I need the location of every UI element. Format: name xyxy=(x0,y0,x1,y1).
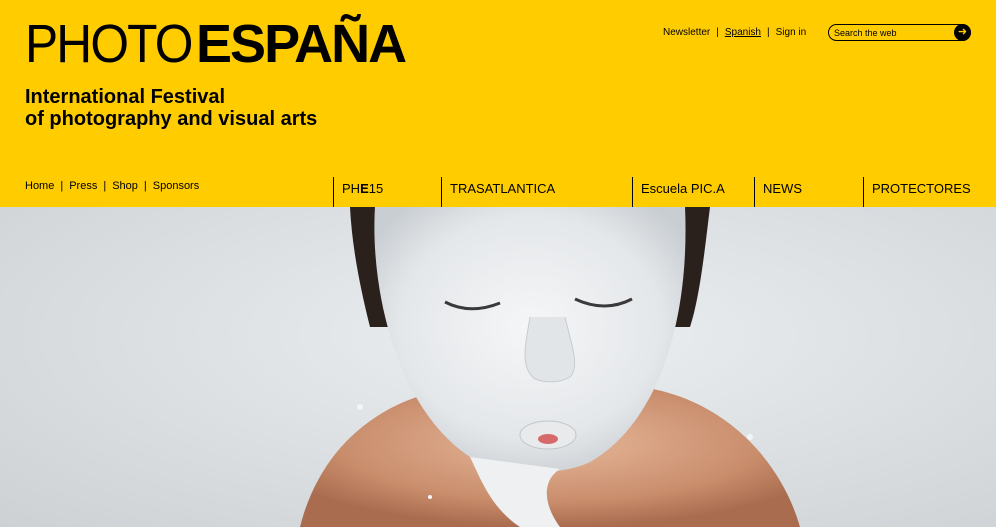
nav-item-label: TRASATLANTICA xyxy=(450,181,556,196)
shop-link[interactable]: Shop xyxy=(112,180,138,192)
newsletter-link[interactable]: Newsletter xyxy=(663,27,710,38)
nav-item-phe15[interactable]: PHE15 xyxy=(333,177,441,207)
nav-item-escuela-pica[interactable]: Escuela PIC.A xyxy=(632,177,754,207)
subnav-separator: | xyxy=(103,180,107,192)
nav-item-label: PROTECTORES xyxy=(872,181,971,196)
hero-photograph[interactable] xyxy=(0,207,996,527)
nav-item-protectores[interactable]: PROTECTORES xyxy=(863,177,996,207)
nav-item-trasatlantica[interactable]: TRASATLANTICA xyxy=(441,177,632,207)
sign-in-link[interactable]: Sign in xyxy=(776,27,807,38)
hero-child-milk-portrait xyxy=(300,207,800,527)
photoespana-logo[interactable]: PHOTO ESPAÑA xyxy=(25,14,407,74)
search-box: ➜ xyxy=(828,24,971,41)
sponsors-link[interactable]: Sponsors xyxy=(153,180,199,192)
home-link[interactable]: Home xyxy=(25,180,54,192)
nav-phe15-bold: E xyxy=(360,181,369,196)
main-nav: PHE15 TRASATLANTICA Escuela PIC.A NEWS P… xyxy=(333,177,996,207)
festival-tagline: International Festival of photography an… xyxy=(25,86,317,130)
subnav-separator: | xyxy=(60,180,64,192)
nav-phe15-pre: PH xyxy=(342,181,361,196)
utility-separator: | xyxy=(716,27,719,38)
utility-separator: | xyxy=(767,27,770,38)
press-link[interactable]: Press xyxy=(69,180,97,192)
nav-item-news[interactable]: NEWS xyxy=(754,177,863,207)
nav-item-label: NEWS xyxy=(763,181,802,196)
secondary-nav: Home | Press | Shop | Sponsors xyxy=(25,180,199,192)
logo-espana-text: ESPAÑA xyxy=(196,14,407,74)
site-header: PHOTO ESPAÑA International Festival of p… xyxy=(0,0,996,207)
tagline-line-1: International Festival xyxy=(25,86,226,108)
arrow-right-icon[interactable]: ➜ xyxy=(954,24,971,41)
tagline-line-2: of photography and visual arts xyxy=(25,108,318,130)
search-input[interactable] xyxy=(829,27,949,38)
logo-photo-text: PHOTO xyxy=(25,14,193,74)
nav-item-label: Escuela PIC.A xyxy=(641,181,725,196)
subnav-separator: | xyxy=(143,180,147,192)
spanish-language-link[interactable]: Spanish xyxy=(725,27,761,38)
nav-phe15-post: 15 xyxy=(368,181,384,196)
utility-nav: Newsletter | Spanish | Sign in xyxy=(663,27,806,38)
